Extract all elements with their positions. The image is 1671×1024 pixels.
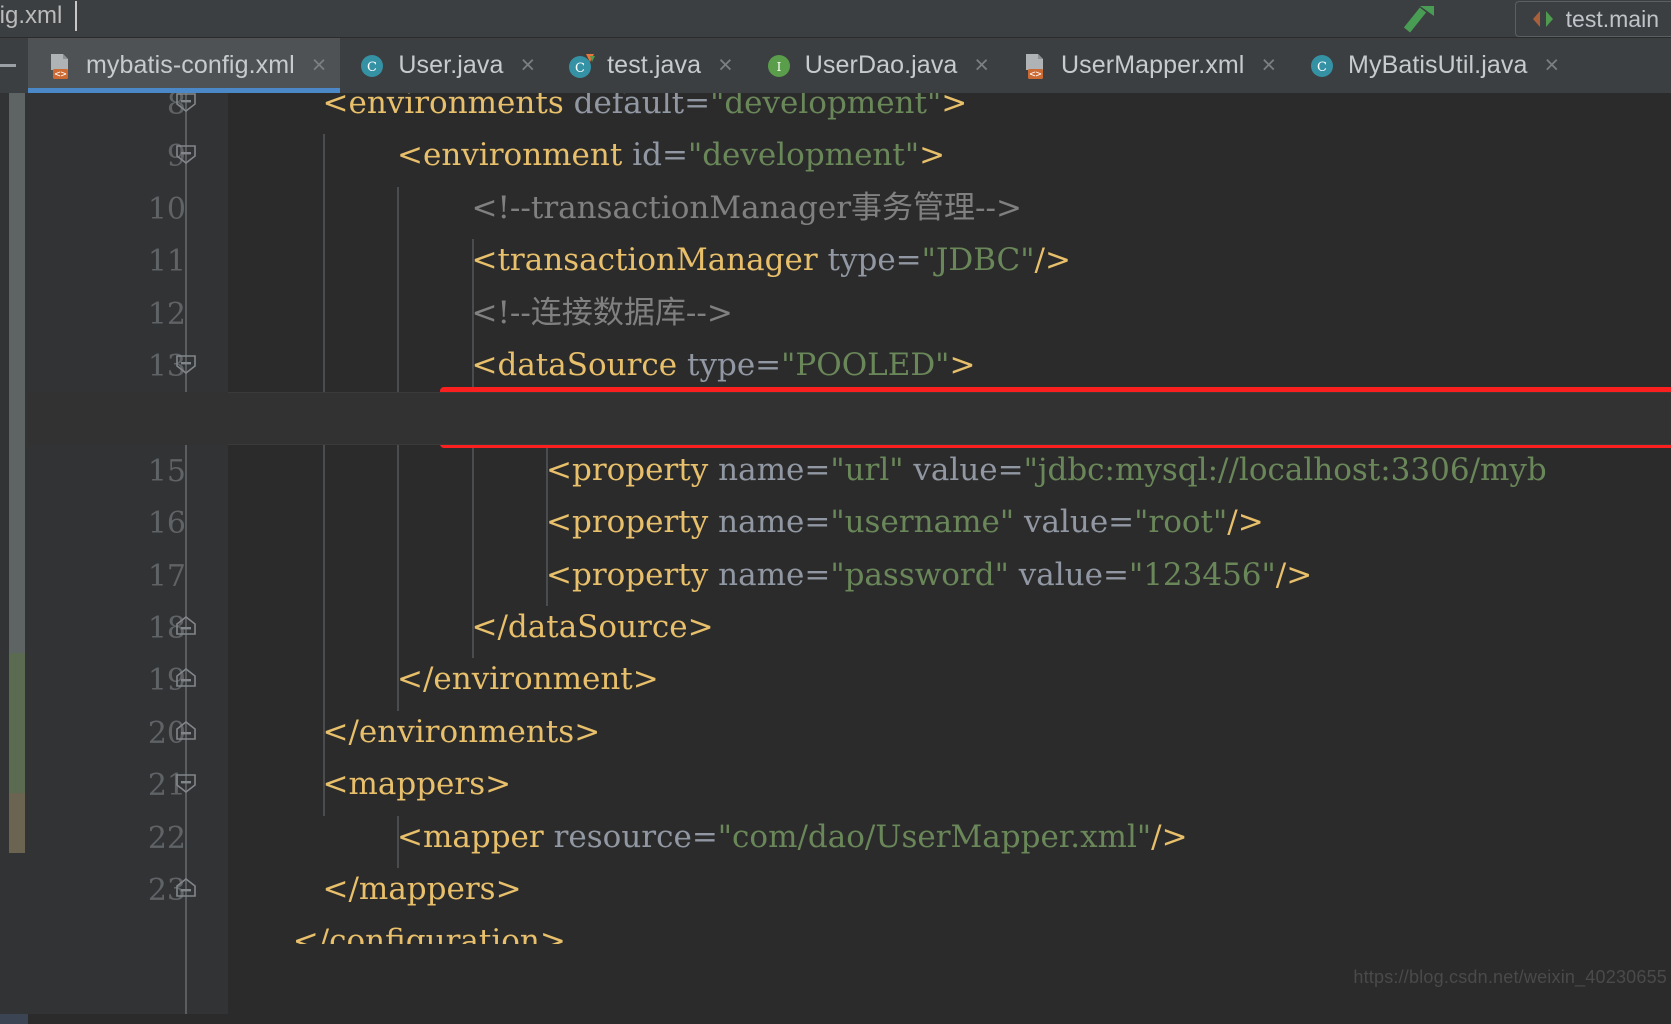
tab-mybatisutil-java[interactable]: C MyBatisUtil.java ×: [1290, 38, 1573, 93]
tab-test-java[interactable]: C test.java ×: [549, 38, 747, 93]
fold-marker-icon[interactable]: [174, 876, 198, 900]
line-number: 21: [147, 768, 186, 804]
fold-marker-icon[interactable]: [174, 719, 198, 743]
java-class-icon: C: [1307, 51, 1337, 81]
current-line-gutter-highlight: [28, 392, 228, 445]
code-line: <dataSource type="POOLED">: [471, 347, 976, 383]
code-line: <!--transactionManager事务管理-->: [471, 189, 1022, 226]
code-line: <property name="password" value="123456"…: [546, 556, 1313, 593]
editor-toolbar: fig.xml test.main: [0, 0, 1671, 38]
line-number: 16: [147, 506, 186, 542]
indent-guide: [322, 134, 325, 816]
code-line: <property name="url" value="jdbc:mysql:/…: [546, 451, 1547, 488]
line-number: 9: [166, 139, 186, 175]
close-icon[interactable]: ×: [968, 53, 989, 78]
svg-text:C: C: [1317, 60, 1327, 75]
code-line: </environments>: [322, 713, 601, 750]
svg-text:C: C: [367, 60, 377, 75]
java-class-icon: C: [357, 51, 387, 81]
xml-file-icon: <>: [1020, 51, 1050, 81]
tab-label: User.java: [398, 51, 504, 79]
xml-file-icon: <>: [45, 51, 75, 81]
indent-guide: [471, 239, 474, 659]
code-line: <mapper resource="com/dao/UserMapper.xml…: [397, 818, 1188, 855]
breadcrumb: fig.xml: [0, 2, 63, 29]
bottom-left-strip: [0, 1014, 28, 1024]
line-number: 8: [166, 93, 186, 122]
close-icon[interactable]: ×: [1255, 53, 1276, 78]
tab-label: mybatis-config.xml: [86, 51, 295, 79]
line-number: 13: [147, 349, 186, 384]
editor-bottom-edge: [0, 1014, 1671, 1024]
close-icon[interactable]: ×: [515, 53, 536, 78]
fold-marker-icon[interactable]: [174, 771, 198, 795]
svg-text:<>: <>: [1030, 69, 1042, 80]
current-line-highlight: [228, 392, 1671, 445]
text-caret: [75, 1, 77, 31]
close-icon[interactable]: ×: [306, 53, 327, 78]
ide-window: fig.xml test.main: [0, 0, 1671, 1024]
svg-text:I: I: [776, 60, 781, 74]
code-line-partial-bottom: </configuration>: [292, 926, 566, 945]
code-line: </mappers>: [322, 871, 522, 907]
line-number: 19: [147, 663, 186, 699]
vertical-scrollbar-thumb[interactable]: [9, 93, 25, 653]
code-line: <transactionManager type="JDBC"/>: [471, 242, 1071, 279]
indent-guide: [397, 186, 399, 711]
fold-marker-icon[interactable]: [174, 142, 198, 166]
code-line: <environment id="development">: [397, 137, 946, 174]
tab-label: test.java: [607, 51, 702, 79]
tab-userdao-java[interactable]: I UserDao.java ×: [747, 38, 1003, 93]
line-number: 11: [147, 244, 186, 280]
code-line: <property name="username" value="root"/>: [546, 504, 1264, 541]
svg-text:C: C: [575, 61, 585, 76]
run-configuration-selector[interactable]: test.main: [1514, 1, 1671, 37]
run-configuration-label: test.main: [1565, 5, 1659, 32]
close-icon[interactable]: ×: [712, 53, 733, 78]
fold-marker-icon[interactable]: [174, 352, 198, 376]
code-line: <!--连接数据库-->: [471, 294, 733, 331]
line-number: 20: [147, 715, 186, 751]
code-line: </environment>: [397, 661, 659, 698]
tab-label: MyBatisUtil.java: [1348, 51, 1528, 79]
line-number: 15: [147, 453, 186, 489]
code-line: <mappers>: [322, 766, 512, 803]
line-number: 17: [147, 558, 186, 594]
vcs-change-marker[interactable]: [9, 793, 25, 853]
tab-user-java[interactable]: C User.java ×: [340, 38, 549, 93]
fold-marker-icon[interactable]: [174, 614, 198, 638]
editor-tab-bar: <> mybatis-config.xml × C User.java × C: [0, 38, 1671, 93]
tab-label: UserMapper.xml: [1061, 51, 1245, 79]
build-hammer-icon[interactable]: [1393, 0, 1453, 38]
code-line: <environments default="development">: [322, 93, 968, 121]
java-interface-icon: I: [764, 51, 794, 81]
line-number: 18: [147, 611, 186, 646]
watermark-text: https://blog.csdn.net/weixin_40230655: [1353, 967, 1667, 987]
tab-bar-collapse-handle[interactable]: [0, 38, 28, 93]
editor-gutter[interactable]: 891011121314151617181920212223: [28, 93, 228, 1024]
tab-mybatis-config-xml[interactable]: <> mybatis-config.xml ×: [28, 38, 341, 93]
tab-label: UserDao.java: [804, 51, 958, 79]
code-text-area[interactable]: 默认的环境"><environments default="developmen…: [228, 93, 1671, 1024]
editor-left-strip: [0, 93, 28, 1024]
line-number: 22: [147, 820, 186, 856]
fold-marker-icon[interactable]: [174, 93, 198, 114]
line-number: 10: [147, 191, 186, 227]
java-runnable-icon: C: [566, 51, 596, 81]
indent-guide: [397, 815, 399, 868]
tab-usermapper-xml[interactable]: <> UserMapper.xml ×: [1003, 38, 1290, 93]
line-number: 12: [147, 296, 186, 332]
line-number: 23: [147, 873, 186, 908]
code-line: </dataSource>: [471, 609, 714, 645]
svg-text:<>: <>: [54, 69, 66, 80]
fold-marker-icon[interactable]: [174, 666, 198, 690]
run-configuration-icon: [1530, 6, 1556, 32]
close-icon[interactable]: ×: [1538, 53, 1559, 78]
code-editor[interactable]: 891011121314151617181920212223 默认的环境"><e…: [0, 93, 1671, 1024]
vcs-change-marker[interactable]: [9, 653, 25, 793]
